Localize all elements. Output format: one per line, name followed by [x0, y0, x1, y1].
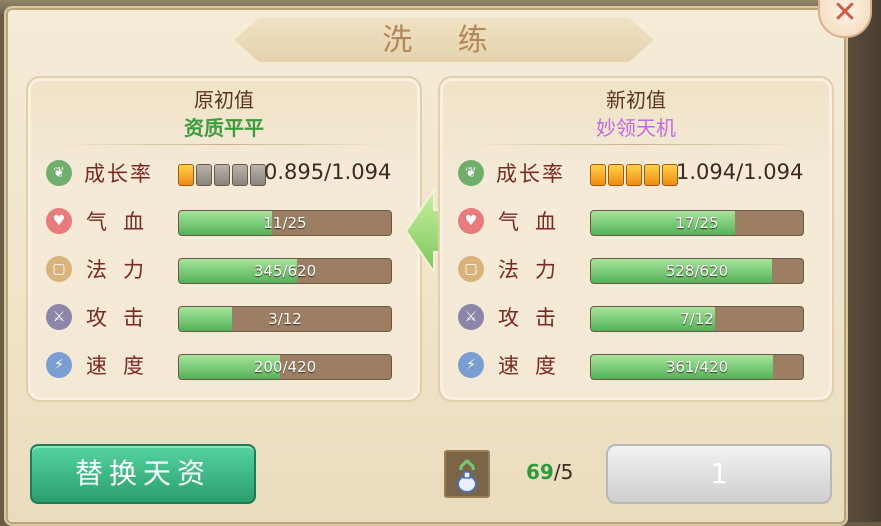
- growth-row: ❦ 成长率 1.094/1.094: [440, 156, 832, 192]
- refine-dialog: 洗 练 原初值 资质平平 ❦ 成长率 0.895/1.094 ♥ 气血 11/2…: [4, 6, 848, 526]
- sprout-icon: ❦: [458, 160, 484, 186]
- stat-bar: 528/620: [590, 258, 804, 284]
- growth-pip: [590, 164, 606, 186]
- growth-pip: [608, 164, 624, 186]
- stat-label: 气血: [498, 210, 572, 234]
- bar-text: 17/25: [675, 214, 719, 232]
- sprout-icon: ❦: [46, 160, 72, 186]
- item-slot[interactable]: [444, 450, 490, 498]
- potion-vase-icon: [446, 452, 488, 496]
- refine-button[interactable]: 1: [606, 444, 832, 504]
- dialog-title: 洗 练: [382, 23, 506, 58]
- stat-bar: 17/25: [590, 210, 804, 236]
- heart-icon: ♥: [458, 208, 484, 234]
- scroll-icon: ▢: [458, 256, 484, 282]
- new-values-panel: 新初值 妙领天机 ❦ 成长率 1.094/1.094 ♥ 气血 17/25 ▢ …: [438, 76, 834, 402]
- original-values-panel: 原初值 资质平平 ❦ 成长率 0.895/1.094 ♥ 气血 11/25 ▢ …: [26, 76, 422, 402]
- bar-text: 3/12: [268, 310, 302, 328]
- stat-bar: 7/12: [590, 306, 804, 332]
- growth-label: 成长率: [84, 162, 153, 186]
- growth-pip: [214, 164, 230, 186]
- lightning-icon: ⚡: [458, 352, 484, 378]
- aptitude-label: 妙领天机: [596, 116, 676, 140]
- stat-label: 气血: [86, 210, 160, 234]
- replace-aptitude-button[interactable]: 替换天资: [30, 444, 256, 504]
- item-need: /5: [553, 460, 574, 484]
- stat-bar: 361/420: [590, 354, 804, 380]
- growth-pip: [644, 164, 660, 186]
- bar-text: 7/12: [680, 310, 714, 328]
- lightning-icon: ⚡: [46, 352, 72, 378]
- bar-text: 361/420: [665, 358, 729, 376]
- growth-pip: [178, 164, 194, 186]
- stat-label: 法力: [498, 258, 572, 282]
- item-count: 69/5: [526, 460, 573, 484]
- growth-pips: [178, 164, 268, 186]
- stat-row-mp: ▢ 法力 345/620: [28, 252, 420, 288]
- stat-row-hp: ♥ 气血 11/25: [28, 204, 420, 240]
- stat-label: 速度: [498, 354, 572, 378]
- stat-row-atk: ⚔ 攻击 7/12: [440, 300, 832, 336]
- bar-text: 11/25: [263, 214, 307, 232]
- bar-text: 528/620: [665, 262, 729, 280]
- stat-row-atk: ⚔ 攻击 3/12: [28, 300, 420, 336]
- sword-icon: ⚔: [458, 304, 484, 330]
- stat-row-hp: ♥ 气血 17/25: [440, 204, 832, 240]
- growth-pips: [590, 164, 680, 186]
- growth-pip: [196, 164, 212, 186]
- stat-label: 速度: [86, 354, 160, 378]
- heart-icon: ♥: [46, 208, 72, 234]
- stat-bar: 200/420: [178, 354, 392, 380]
- divider: [470, 144, 802, 145]
- growth-pip: [626, 164, 642, 186]
- sword-icon: ⚔: [46, 304, 72, 330]
- bar-text: 200/420: [253, 358, 317, 376]
- growth-pip: [232, 164, 248, 186]
- bar-text: 345/620: [253, 262, 317, 280]
- divider: [58, 144, 390, 145]
- stat-row-spd: ⚡ 速度 200/420: [28, 348, 420, 384]
- stat-label: 法力: [86, 258, 160, 282]
- growth-value: 1.094/1.094: [676, 160, 804, 184]
- panel-header: 新初值: [606, 88, 666, 112]
- aptitude-label: 资质平平: [184, 116, 264, 140]
- growth-label: 成长率: [496, 162, 565, 186]
- item-have: 69: [526, 460, 554, 484]
- stat-label: 攻击: [86, 306, 160, 330]
- stat-bar: 345/620: [178, 258, 392, 284]
- stat-bar: 11/25: [178, 210, 392, 236]
- stat-bar: 3/12: [178, 306, 392, 332]
- panel-header: 原初值: [194, 88, 254, 112]
- growth-row: ❦ 成长率 0.895/1.094: [28, 156, 420, 192]
- growth-value: 0.895/1.094: [264, 160, 392, 184]
- stat-row-mp: ▢ 法力 528/620: [440, 252, 832, 288]
- scroll-icon: ▢: [46, 256, 72, 282]
- stat-row-spd: ⚡ 速度 361/420: [440, 348, 832, 384]
- stat-label: 攻击: [498, 306, 572, 330]
